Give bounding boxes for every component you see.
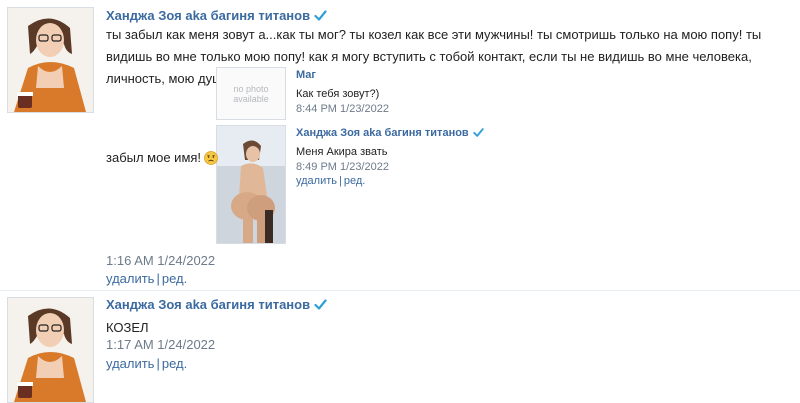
verified-check-icon	[473, 127, 484, 141]
separator: |	[156, 271, 160, 286]
edit-link[interactable]: ред.	[162, 356, 187, 371]
author-name[interactable]: Ханджа Зоя aka багиня титанов	[106, 297, 327, 314]
message-text: КОЗЕЛ	[106, 320, 149, 335]
quoted-message: Ханджа Зоя aka багиня титанов Меня Акира…	[216, 125, 516, 244]
no-photo-thumbnail: no photo available	[216, 67, 286, 120]
quoted-text: Как тебя зовут?)	[296, 88, 380, 100]
verified-check-icon	[314, 9, 327, 25]
edit-link[interactable]: ред.	[344, 175, 365, 187]
message-actions: удалить | ред.	[106, 356, 187, 371]
author-name[interactable]: Ханджа Зоя aka багиня титанов	[106, 8, 327, 25]
quoted-timestamp: 8:44 PM 1/23/2022	[296, 103, 389, 115]
quoted-author[interactable]: Маг	[296, 69, 316, 81]
quoted-timestamp: 8:49 PM 1/23/2022	[296, 161, 389, 173]
message-actions: удалить | ред.	[106, 271, 187, 286]
delete-link[interactable]: удалить	[106, 356, 154, 371]
avatar-image	[8, 8, 93, 112]
delete-link[interactable]: удалить	[106, 271, 154, 286]
quoted-actions: удалить | ред.	[296, 175, 365, 187]
avatar[interactable]	[7, 7, 94, 113]
quoted-message: no photo available Маг Как тебя зовут?) …	[216, 67, 516, 120]
verified-check-icon	[314, 298, 327, 314]
quoted-author[interactable]: Ханджа Зоя aka багиня титанов	[296, 127, 484, 141]
message-text-tail-text: забыл мое имя!	[106, 150, 202, 165]
edit-link[interactable]: ред.	[162, 271, 187, 286]
no-photo-text: no photo	[233, 84, 269, 94]
message-timestamp: 1:16 AM 1/24/2022	[106, 253, 216, 268]
avatar[interactable]	[7, 297, 94, 403]
quoted-author-text[interactable]: Ханджа Зоя aka багиня титанов	[296, 127, 469, 139]
separator: |	[156, 356, 160, 371]
separator: |	[339, 175, 342, 187]
quoted-avatar-image	[217, 126, 285, 243]
message-timestamp: 1:17 AM 1/24/2022	[106, 337, 216, 352]
author-name-text[interactable]: Ханджа Зоя aka багиня титанов	[106, 297, 310, 312]
message-text-tail: забыл мое имя!	[106, 150, 218, 168]
avatar-image	[8, 298, 93, 402]
author-name-text[interactable]: Ханджа Зоя aka багиня титанов	[106, 8, 310, 23]
quoted-text: Меня Акира звать	[296, 146, 388, 158]
worried-face-emoji-icon	[204, 151, 218, 168]
message-post: Ханджа Зоя aka багиня титанов КОЗЕЛ 1:17…	[0, 290, 800, 403]
delete-link[interactable]: удалить	[296, 175, 337, 187]
quoted-avatar[interactable]	[216, 125, 286, 244]
no-photo-text-2: available	[233, 94, 269, 104]
message-post: Ханджа Зоя aka багиня титанов ты забыл к…	[0, 0, 800, 290]
